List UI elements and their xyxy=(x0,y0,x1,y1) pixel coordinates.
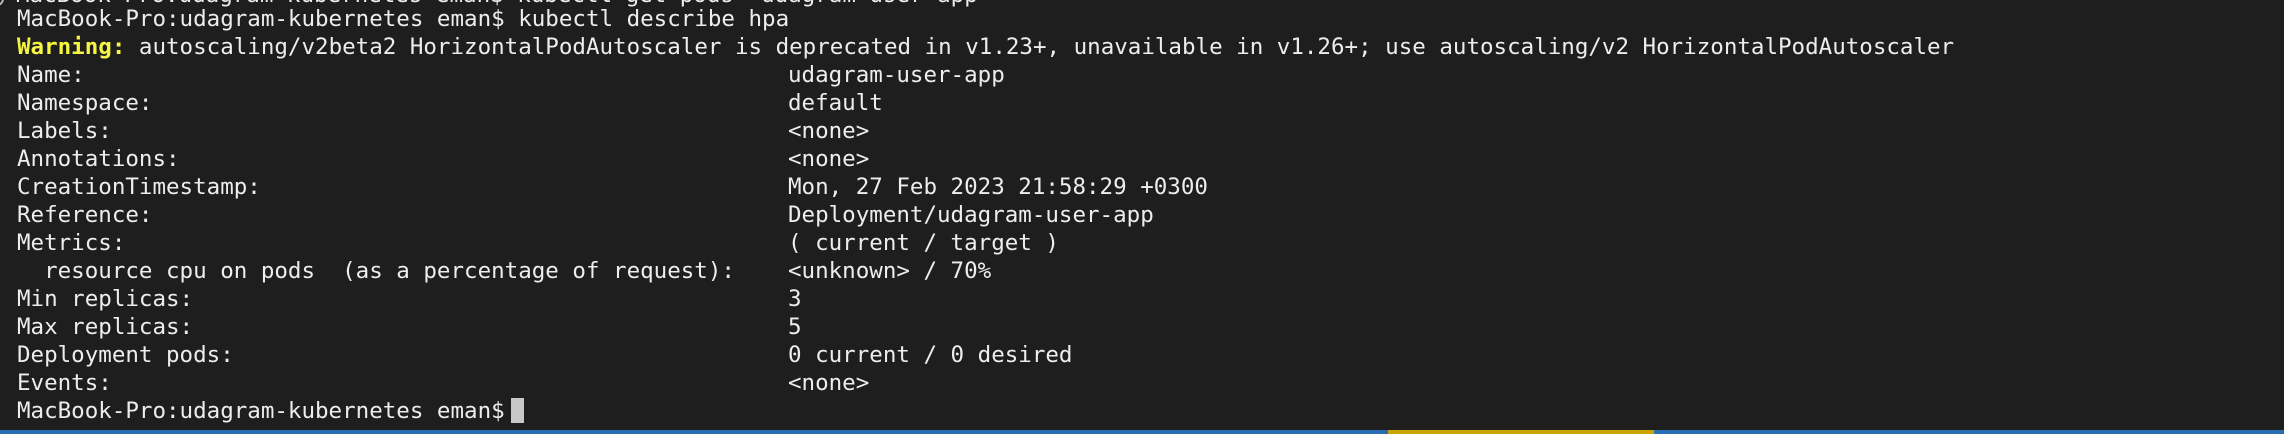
field-value: Mon, 27 Feb 2023 21:58:29 +0300 xyxy=(788,174,1208,200)
field-value: Deployment/udagram-user-app xyxy=(788,202,1154,228)
terminal-window[interactable]: MacBook-Pro:udagram-kubernetes eman$ kub… xyxy=(0,0,2284,430)
field-key: Annotations: xyxy=(17,146,180,172)
field-value: 0 current / 0 desired xyxy=(788,342,1073,368)
field-key: Labels: xyxy=(17,118,112,144)
status-bar-segment xyxy=(1388,430,1654,434)
field-value: <none> xyxy=(788,118,870,144)
field-key: Deployment pods: xyxy=(17,342,234,368)
field-value: 3 xyxy=(788,286,802,312)
describe-field-row: Labels: <none> xyxy=(17,117,2284,145)
field-key: Reference: xyxy=(17,202,153,228)
field-key: Min replicas: xyxy=(17,286,194,312)
describe-field-row: Events: <none> xyxy=(17,369,2284,397)
field-value: 5 xyxy=(788,314,802,340)
warning-label: Warning: xyxy=(17,34,126,60)
field-key: Metrics: xyxy=(17,230,126,256)
describe-field-row: Name: udagram-user-app xyxy=(17,61,2284,89)
field-value: udagram-user-app xyxy=(788,62,1005,88)
field-key: resource cpu on pods (as a percentage of… xyxy=(17,258,735,284)
text-cursor xyxy=(510,398,524,423)
describe-field-row: Deployment pods: 0 current / 0 desired xyxy=(17,341,2284,369)
describe-field-row: Metrics: ( current / target ) xyxy=(17,229,2284,257)
describe-field-row: Max replicas: 5 xyxy=(17,313,2284,341)
describe-field-row: Namespace: default xyxy=(17,89,2284,117)
command-text: kubectl describe hpa xyxy=(518,6,790,32)
terminal-output: MacBook-Pro:udagram-kubernetes eman$ kub… xyxy=(17,5,2284,425)
shell-prompt: MacBook-Pro:udagram-kubernetes eman$ xyxy=(17,6,505,32)
describe-field-row: Reference: Deployment/udagram-user-app xyxy=(17,201,2284,229)
hpa-description: Name: udagram-user-app Namespace: default La… xyxy=(17,61,2284,397)
field-value: default xyxy=(788,90,883,116)
describe-field-row: Min replicas: 3 xyxy=(17,285,2284,313)
command-decoration-icon[interactable] xyxy=(0,0,4,6)
field-value: <none> xyxy=(788,370,870,396)
field-key: Name: xyxy=(17,62,85,88)
field-value: ( current / target ) xyxy=(788,230,1059,256)
describe-field-row: CreationTimestamp: Mon, 27 Feb 2023 21:58… xyxy=(17,173,2284,201)
field-key: Max replicas: xyxy=(17,314,194,340)
describe-field-row: resource cpu on pods (as a percentage of… xyxy=(17,257,2284,285)
field-value: <none> xyxy=(788,146,870,172)
field-key: Events: xyxy=(17,370,112,396)
warning-text: autoscaling/v2beta2 HorizontalPodAutosca… xyxy=(138,34,1955,60)
field-key: Namespace: xyxy=(17,90,153,116)
field-key: CreationTimestamp: xyxy=(17,174,261,200)
warning-line: Warning: autoscaling/v2beta2 HorizontalP… xyxy=(17,33,2284,61)
describe-field-row: Annotations: <none> xyxy=(17,145,2284,173)
field-value: <unknown> / 70% xyxy=(788,258,992,284)
status-bar xyxy=(0,430,2284,434)
shell-prompt: MacBook-Pro:udagram-kubernetes eman$ xyxy=(17,398,505,424)
command-line: MacBook-Pro:udagram-kubernetes eman$ kub… xyxy=(17,5,2284,33)
current-prompt-line[interactable]: MacBook-Pro:udagram-kubernetes eman$ xyxy=(17,397,2284,425)
